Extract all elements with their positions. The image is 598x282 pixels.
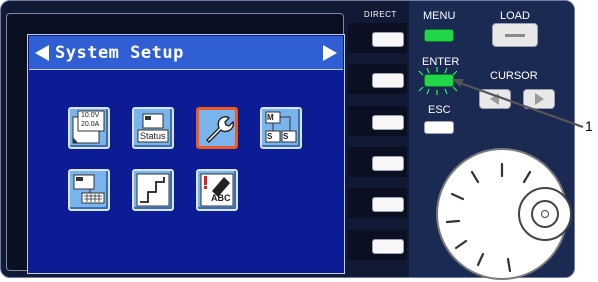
range-settings-icon[interactable]: 10.0V 20.0A	[68, 107, 110, 149]
direct-key-1[interactable]	[348, 23, 407, 53]
direct-key-3[interactable]	[348, 106, 407, 136]
load-label: LOAD	[500, 10, 530, 22]
master-slave-icon[interactable]: M S S	[260, 107, 302, 149]
wrench-icon[interactable]	[196, 107, 238, 149]
direct-key-6[interactable]	[348, 230, 407, 260]
status-label: Status	[140, 131, 166, 141]
screen-title: System Setup	[55, 43, 184, 63]
slave-label-2: S	[283, 132, 289, 141]
title-bar: System Setup	[29, 36, 343, 70]
direct-key-4[interactable]	[348, 147, 407, 177]
status-icon[interactable]: Status	[132, 107, 174, 149]
direct-key-5[interactable]	[348, 188, 407, 218]
abc-label: ABC	[211, 193, 231, 203]
dial-knob-inner	[531, 200, 559, 228]
range-current-text: 20.0A	[81, 121, 100, 128]
menu-label: MENU	[423, 10, 456, 22]
keyboard-icon[interactable]	[68, 169, 110, 211]
range-voltage-text: 10.0V	[81, 112, 100, 119]
dial-knob-center	[541, 210, 549, 218]
direct-label: DIRECT	[364, 10, 397, 19]
triangle-left-icon[interactable]	[35, 45, 49, 61]
screen-bezel: System Setup 10.0V 20.0A Status M S S AB…	[6, 13, 345, 274]
menu-button[interactable]	[424, 29, 454, 42]
dial-knob[interactable]	[518, 187, 572, 241]
lcd-screen: System Setup 10.0V 20.0A Status M S S AB…	[27, 34, 345, 274]
callout-number: 1	[585, 118, 593, 134]
callout-leader-line	[452, 79, 584, 129]
slave-label-1: S	[267, 132, 273, 141]
sequence-steps-icon[interactable]	[132, 169, 174, 211]
triangle-right-icon[interactable]	[323, 45, 337, 61]
master-label: M	[267, 113, 274, 122]
direct-key-2[interactable]	[348, 64, 407, 94]
abc-edit-icon[interactable]: ABC	[196, 169, 238, 211]
load-button[interactable]	[492, 23, 538, 47]
